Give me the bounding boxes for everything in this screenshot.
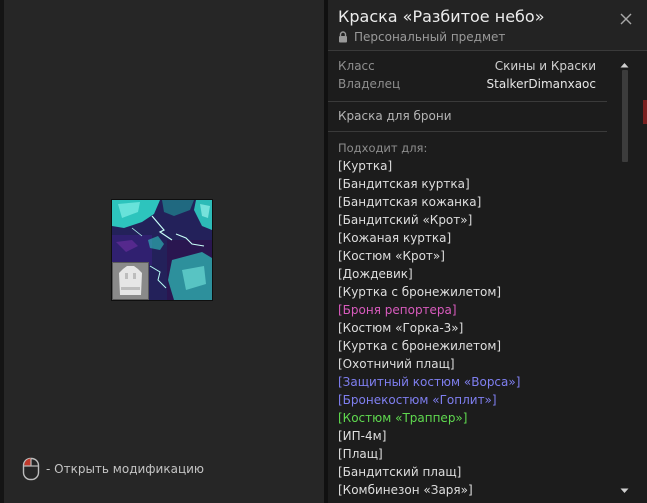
item-category: Краска для брони: [328, 102, 607, 132]
personal-item-row: Персональный предмет: [338, 30, 505, 44]
close-icon: [620, 13, 632, 25]
property-key: Владелец: [338, 77, 401, 91]
item-tooltip-panel: Краска «Разбитое небо» Персональный пред…: [328, 0, 647, 503]
mouse-icon: [22, 457, 40, 481]
scroll-down-icon[interactable]: [620, 488, 629, 494]
scrollbar[interactable]: [620, 62, 629, 494]
list-item: [Бандитский плащ]: [338, 465, 462, 479]
list-item: [Броня репортера]: [338, 303, 457, 317]
compatible-items-list: [Куртка] [Бандитская куртка] [Бандитская к…: [338, 157, 608, 499]
list-item: [Кожаная куртка]: [338, 231, 452, 245]
property-row-owner: Владелец StalkerDimanxaoc: [338, 77, 596, 95]
list-item: [Куртка с бронежилетом]: [338, 339, 502, 353]
tooltip-header: Краска «Разбитое небо» Персональный пред…: [328, 0, 647, 51]
armor-silhouette-icon: [119, 266, 142, 295]
item-subtitle: Персональный предмет: [354, 30, 506, 44]
list-item: [Куртка]: [338, 159, 393, 173]
list-item: [Плащ]: [338, 447, 383, 461]
lock-icon: [339, 31, 347, 43]
open-mod-hint: - Открыть модификацию: [22, 457, 204, 481]
list-item: [Костюм «Траппер»]: [338, 411, 468, 425]
list-item: [Костюм «Крот»]: [338, 249, 445, 263]
list-item: [Бандитская куртка]: [338, 177, 470, 191]
preview-left-edge: [0, 0, 4, 503]
list-item: [Дождевик]: [338, 267, 413, 281]
list-item: [Защитный костюм «Ворса»]: [338, 375, 521, 389]
list-item: [Бандитский «Крот»]: [338, 213, 473, 227]
list-item: [Бандитская кожанка]: [338, 195, 482, 209]
close-button[interactable]: [619, 11, 633, 25]
list-item: [Комбинезон «Заря»]: [338, 483, 473, 497]
list-item: [Бронекостюм «Гоплит»]: [338, 393, 497, 407]
list-item: [Охотничий плащ]: [338, 357, 455, 371]
property-value: StalkerDimanxaoc: [486, 77, 596, 91]
item-preview-area: - Открыть модификацию: [0, 0, 324, 503]
panel-edge-marker: [643, 100, 647, 124]
item-preview-tile[interactable]: [111, 199, 213, 301]
property-row-class: Класс Скины и Краски: [338, 59, 596, 77]
item-title: Краска «Разбитое небо»: [338, 7, 545, 26]
item-properties: Класс Скины и Краски Владелец StalkerDim…: [328, 55, 607, 102]
list-item: [Куртка с бронежилетом]: [338, 285, 502, 299]
category-label: Краска для брони: [338, 109, 452, 123]
property-value: Скины и Краски: [494, 59, 596, 73]
fits-for-label: Подходит для:: [338, 141, 428, 155]
list-item: [Костюм «Горка-3»]: [338, 321, 464, 335]
armor-badge: [112, 262, 149, 300]
list-item: [ИП-4м]: [338, 429, 387, 443]
scroll-thumb[interactable]: [622, 70, 628, 162]
scroll-up-icon[interactable]: [620, 62, 629, 68]
hint-label: - Открыть модификацию: [46, 462, 205, 476]
property-key: Класс: [338, 59, 375, 73]
